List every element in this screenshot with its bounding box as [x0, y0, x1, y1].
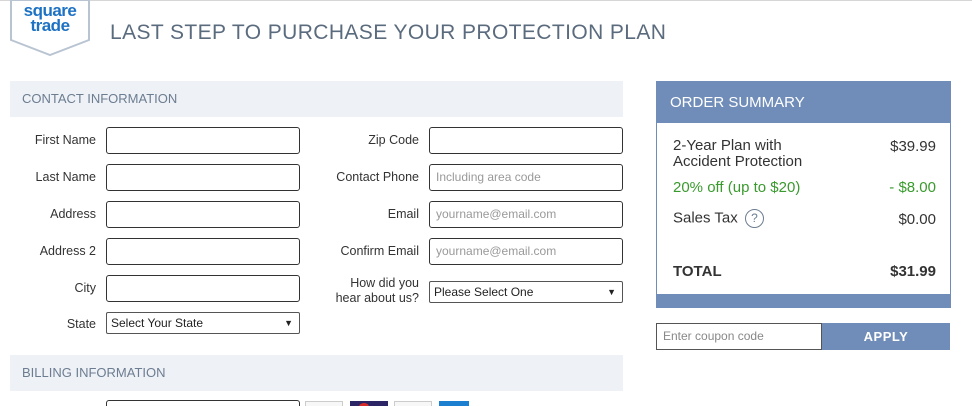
state-select[interactable]: Select Your State ▼	[106, 312, 300, 334]
help-icon[interactable]: ?	[744, 209, 764, 228]
logo-word-trade: trade	[30, 16, 70, 35]
referral-select-value: Please Select One	[434, 285, 534, 299]
city-label: City	[74, 281, 96, 295]
zip-code-label: Zip Code	[368, 133, 419, 147]
city-input[interactable]	[106, 275, 300, 302]
total-label: TOTAL	[673, 263, 722, 280]
address2-label: Address 2	[39, 244, 96, 258]
plan-price: $39.99	[890, 138, 936, 155]
billing-section-header: BILLING INFORMATION	[10, 355, 623, 391]
squaretrade-logo[interactable]: square trade	[10, 0, 90, 56]
zip-code-input[interactable]	[429, 127, 623, 154]
first-name-input[interactable]	[106, 127, 300, 154]
plan-name: 2-Year Plan with Accident Protection	[673, 138, 802, 170]
plan-name-line1: 2-Year Plan with	[673, 137, 782, 154]
dropdown-arrow-icon: ▼	[607, 287, 616, 297]
email-input[interactable]: yourname@email.com	[429, 201, 623, 228]
confirm-email-input[interactable]: yourname@email.com	[429, 238, 623, 265]
contact-section-header: CONTACT INFORMATION	[10, 81, 623, 117]
sales-tax-label: Sales Tax	[673, 209, 738, 227]
state-label: State	[66, 317, 96, 331]
referral-label-line1: How did you	[350, 276, 419, 290]
discount-label: 20% off (up to $20)	[673, 179, 801, 196]
order-summary-header: ORDER SUMMARY	[657, 82, 950, 123]
mastercard-icon	[350, 401, 388, 406]
address2-input[interactable]	[106, 238, 300, 265]
dropdown-arrow-icon: ▼	[284, 318, 293, 328]
address-label: Address	[50, 207, 96, 221]
sales-tax-value: $0.00	[898, 211, 936, 228]
total-value: $31.99	[890, 263, 936, 280]
referral-label: How did you hear about us?	[310, 276, 419, 306]
coupon-code-input[interactable]: Enter coupon code	[656, 323, 822, 350]
address-input[interactable]	[106, 201, 300, 228]
plan-name-line2: Accident Protection	[673, 153, 803, 170]
discount-value: - $8.00	[889, 179, 936, 196]
state-select-value: Select Your State	[111, 316, 204, 330]
first-name-label: First Name	[34, 133, 96, 147]
top-border	[0, 0, 972, 1]
order-summary-panel: ORDER SUMMARY 2-Year Plan with Accident …	[656, 81, 951, 308]
last-name-input[interactable]	[106, 164, 300, 191]
logo-wordmark: square trade	[10, 2, 90, 35]
last-name-label: Last Name	[35, 170, 96, 184]
page-title: LAST STEP TO PURCHASE YOUR PROTECTION PL…	[110, 21, 667, 44]
referral-label-line2: hear about us?	[335, 291, 419, 305]
confirm-email-label: Confirm Email	[340, 244, 420, 258]
referral-select[interactable]: Please Select One ▼	[429, 281, 623, 303]
email-label: Email	[387, 207, 419, 221]
generic-card-icon	[394, 401, 432, 406]
card-number-input[interactable]	[106, 400, 300, 406]
sales-tax-row: Sales Tax ?	[673, 209, 764, 228]
order-summary-footer	[657, 294, 950, 307]
amex-icon	[439, 401, 469, 406]
contact-phone-input[interactable]: Including area code	[429, 164, 623, 191]
generic-card-icon	[305, 401, 343, 406]
apply-coupon-button[interactable]: APPLY	[822, 323, 950, 350]
contact-phone-label: Contact Phone	[336, 170, 419, 184]
